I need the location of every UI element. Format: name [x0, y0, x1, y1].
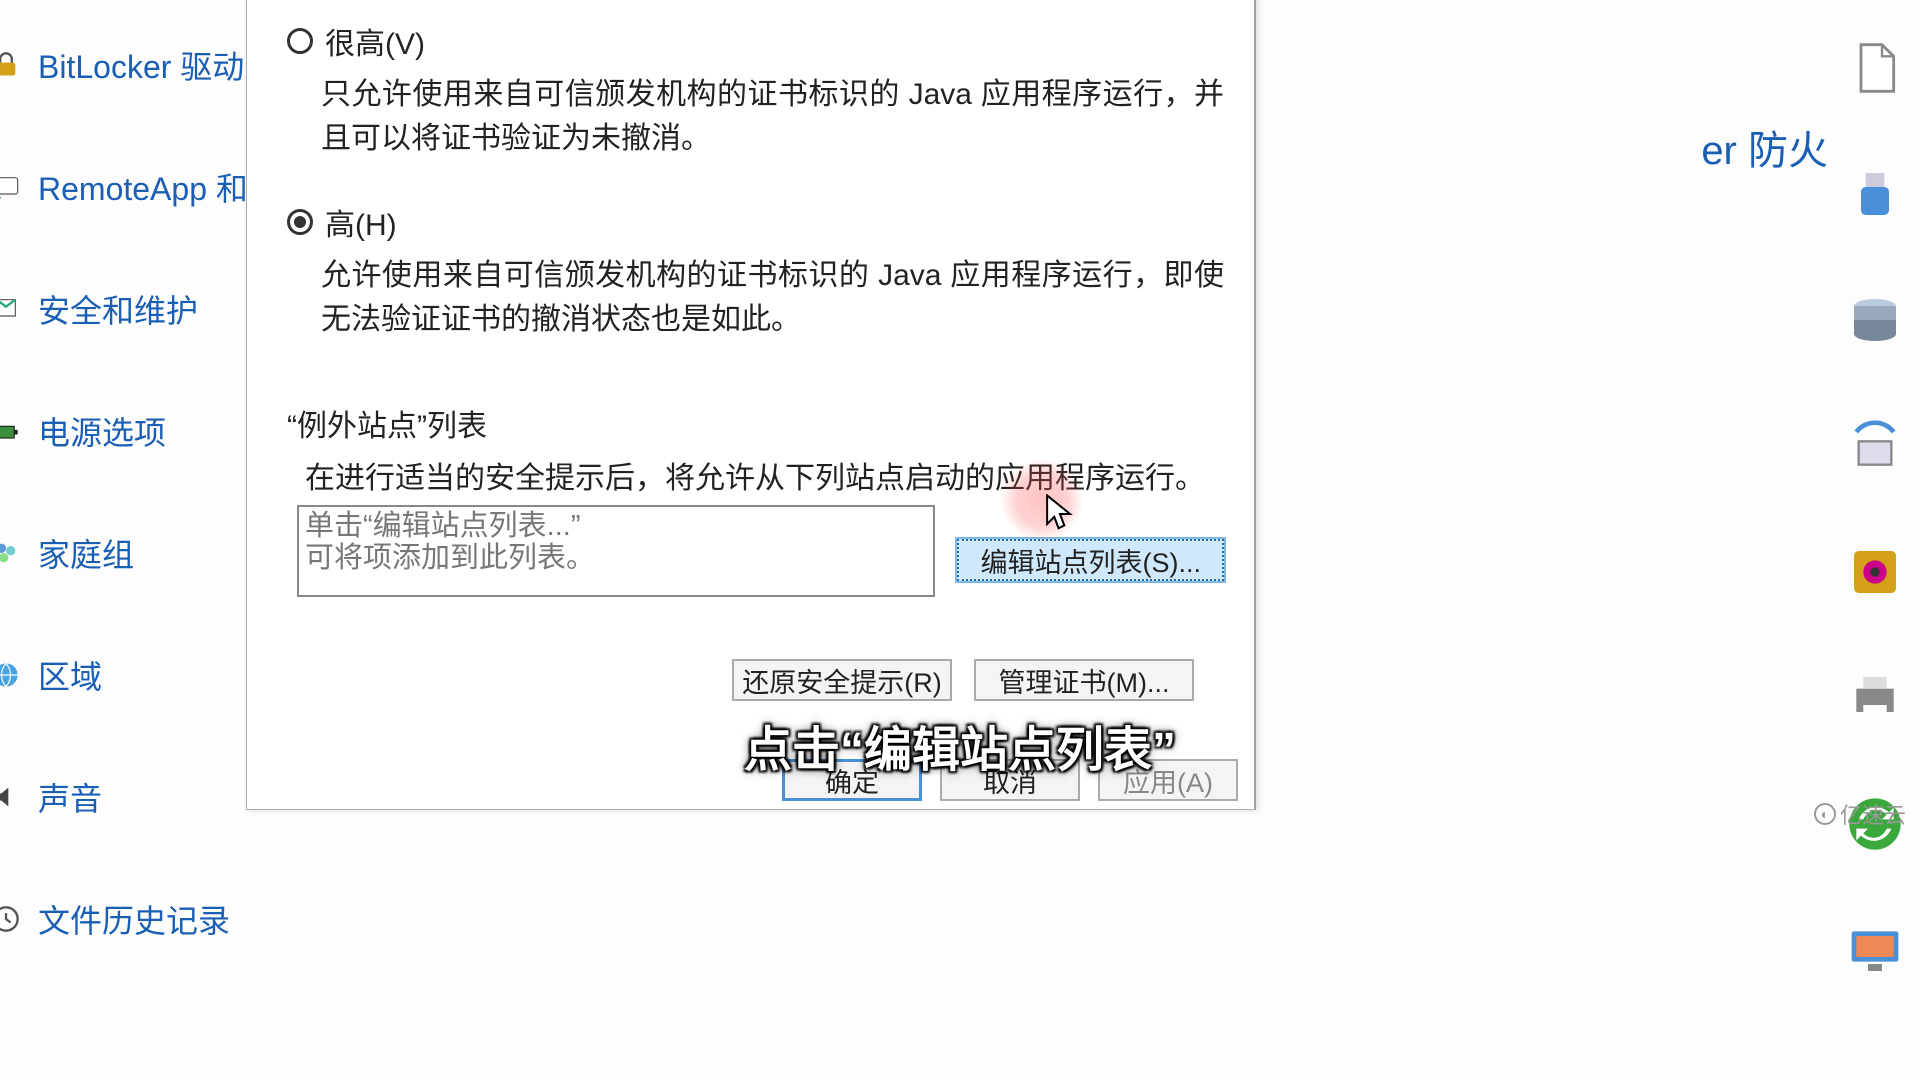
exception-site-list-subtitle: 在进行适当的安全提示后，将允许从下列站点启动的应用程序运行。: [305, 453, 1224, 497]
exception-site-list-title: “例外站点”列表: [287, 401, 1224, 445]
wifi-router-icon[interactable]: [1847, 418, 1903, 474]
cp-label: 区域: [38, 652, 102, 698]
printer-icon[interactable]: [1847, 670, 1903, 726]
placeholder-line: 可将项添加到此列表。: [305, 543, 927, 575]
safe-icon[interactable]: [1847, 544, 1903, 600]
watermark: ◐ 亿速云: [1814, 798, 1906, 830]
file-history-icon: [0, 905, 20, 933]
cp-item-remoteapp[interactable]: RemoteApp 和: [0, 152, 260, 222]
control-panel-right-icons: [1840, 40, 1910, 978]
cp-label: RemoteApp 和: [38, 164, 248, 210]
watermark-icon: ◐: [1814, 803, 1836, 825]
very-high-description: 只允许使用来自可信颁发机构的证书标识的 Java 应用程序运行，并且可以将证书验…: [321, 73, 1224, 160]
cp-item-homegroup[interactable]: 家庭组: [0, 518, 260, 588]
disk-stack-icon[interactable]: [1847, 292, 1903, 348]
security-maintenance-icon: [0, 295, 20, 323]
sound-icon: [0, 783, 20, 811]
cp-label: BitLocker 驱动: [38, 42, 244, 88]
security-level-high[interactable]: 高(H): [287, 200, 1224, 244]
security-level-very-high[interactable]: 很高(V): [287, 19, 1224, 63]
control-panel-left: BitLocker 驱动 RemoteApp 和 安全和维护 电源选项 家庭组 …: [0, 30, 260, 1006]
radio-icon[interactable]: [287, 28, 313, 54]
edit-site-list-button[interactable]: 编辑站点列表(S)...: [957, 539, 1224, 581]
cp-item-filehistory[interactable]: 文件历史记录: [0, 884, 260, 954]
remoteapp-icon: [0, 173, 20, 201]
placeholder-line: 单击“编辑站点列表...”: [305, 511, 927, 543]
high-description: 允许使用来自可信颁发机构的证书标识的 Java 应用程序运行，即使无法验证证书的…: [321, 254, 1224, 341]
homegroup-icon: [0, 539, 20, 567]
java-security-dialog: 很高(V) 只允许使用来自可信颁发机构的证书标识的 Java 应用程序运行，并且…: [246, 0, 1256, 810]
cp-item-region[interactable]: 区域: [0, 640, 260, 710]
document-icon[interactable]: [1847, 40, 1903, 96]
radio-label: 很高(V): [325, 19, 425, 63]
tutorial-subtitle: 点击“编辑站点列表”: [744, 710, 1176, 780]
partial-text-firewall: er 防火: [1701, 118, 1828, 176]
manage-certificates-button[interactable]: 管理证书(M)...: [974, 659, 1194, 701]
usb-icon[interactable]: [1847, 166, 1903, 222]
cp-item-bitlocker[interactable]: BitLocker 驱动: [0, 30, 260, 100]
radio-label: 高(H): [325, 200, 397, 244]
cp-item-sound[interactable]: 声音: [0, 762, 260, 832]
restore-security-prompts-button[interactable]: 还原安全提示(R): [732, 659, 952, 701]
cp-label: 家庭组: [38, 530, 134, 576]
exception-site-listbox[interactable]: 单击“编辑站点列表...” 可将项添加到此列表。: [297, 505, 935, 597]
cp-item-power[interactable]: 电源选项: [0, 396, 260, 466]
region-icon: [0, 661, 20, 689]
watermark-text: 亿速云: [1840, 798, 1906, 830]
cp-label: 声音: [38, 774, 102, 820]
cp-item-security[interactable]: 安全和维护: [0, 274, 260, 344]
cp-label: 安全和维护: [38, 286, 198, 332]
cp-label: 电源选项: [38, 408, 166, 454]
bitlocker-icon: [0, 51, 20, 79]
cp-label: 文件历史记录: [38, 896, 230, 942]
monitor-icon[interactable]: [1847, 922, 1903, 978]
radio-icon[interactable]: [287, 209, 313, 235]
power-options-icon: [0, 417, 20, 445]
